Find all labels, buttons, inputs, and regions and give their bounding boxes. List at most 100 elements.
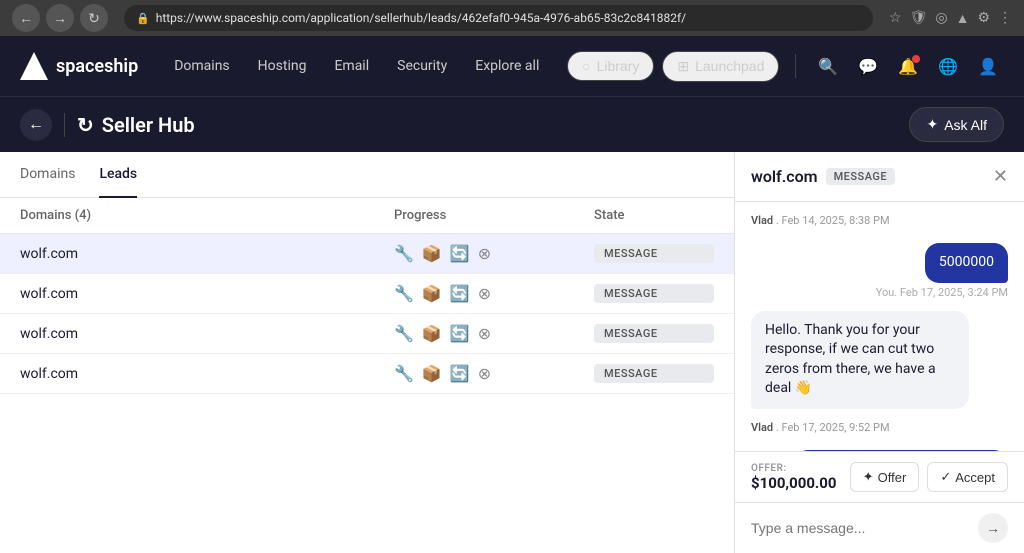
page-title: ↻ Seller Hub: [77, 113, 195, 137]
menu-icon[interactable]: ⋮: [998, 10, 1012, 26]
offer-icon: ✦: [863, 469, 874, 485]
progress-icons: 🔧 📦 🔄 ⊗: [394, 324, 594, 343]
url-text: https://www.spaceship.com/application/se…: [156, 11, 686, 25]
tool-icon: 🔧: [394, 244, 414, 263]
page-title-text: Seller Hub: [102, 113, 195, 137]
extension-icon-1[interactable]: 🛡: [910, 10, 928, 26]
progress-icons: 🔧 📦 🔄 ⊗: [394, 284, 594, 303]
accept-icon: ✓: [940, 469, 951, 485]
cancel-icon: ⊗: [478, 284, 491, 303]
box-icon: 📦: [422, 244, 442, 263]
col-progress: Progress: [394, 208, 594, 223]
search-button[interactable]: 🔍: [812, 51, 844, 82]
table-row[interactable]: wolf.com 🔧 📦 🔄 ⊗ MESSAGE: [0, 274, 734, 314]
chat-offer-bar: OFFER: $100,000.00 ✦ Offer ✓ Accept: [735, 451, 1024, 502]
box-icon: 📦: [422, 284, 442, 303]
extension-icon-2[interactable]: ◎: [935, 10, 947, 26]
message-button[interactable]: 💬: [852, 51, 884, 82]
message-author: Vlad: [751, 214, 773, 227]
back-button[interactable]: ←: [12, 4, 40, 32]
nav-hosting[interactable]: Hosting: [246, 50, 319, 82]
nav-actions: ○ Library ⊞ Launchpad 🔍 💬 🔔 🌐 👤: [567, 51, 1004, 82]
library-label: Library: [597, 58, 640, 74]
accept-btn-label: Accept: [955, 470, 995, 485]
box-icon: 📦: [422, 364, 442, 383]
notification-button[interactable]: 🔔: [892, 51, 924, 82]
sub-header: ← ↻ Seller Hub ✦ Ask Alf: [0, 96, 1024, 152]
state-badge: MESSAGE: [594, 244, 714, 263]
alf-icon: ✦: [926, 116, 938, 133]
table-row[interactable]: wolf.com 🔧 📦 🔄 ⊗ MESSAGE: [0, 354, 734, 394]
nav-explore-all[interactable]: Explore all: [463, 50, 551, 82]
seller-hub-icon: ↻: [77, 113, 94, 137]
tool-icon: 🔧: [394, 324, 414, 343]
library-circle-icon: ○: [582, 58, 590, 74]
col-domains: Domains (4): [20, 208, 394, 223]
message-meta: Vlad . Feb 17, 2025, 9:52 PM: [751, 421, 890, 434]
extension-icon-3[interactable]: ▲: [956, 10, 970, 27]
browser-controls: ← → ↻: [12, 4, 108, 32]
chat-panel: wolf.com MESSAGE ✕ Vlad . Feb 14, 2025, …: [734, 152, 1024, 553]
tab-domains[interactable]: Domains: [20, 152, 75, 198]
lock-icon: 🔒: [136, 12, 150, 25]
domain-name: wolf.com: [20, 326, 394, 342]
cancel-icon: ⊗: [478, 324, 491, 343]
chat-message-input[interactable]: [751, 520, 970, 536]
notification-dot: [912, 55, 920, 63]
nav-security[interactable]: Security: [385, 50, 459, 82]
message-author: Vlad: [751, 421, 773, 434]
message-group: Vlad . Feb 14, 2025, 8:38 PM: [751, 214, 1008, 231]
message-group-sent-1: 5000000 You. Feb 17, 2025, 3:24 PM: [751, 243, 1008, 299]
table-row[interactable]: wolf.com 🔧 📦 🔄 ⊗ MESSAGE: [0, 314, 734, 354]
offer-value: $100,000.00: [751, 474, 842, 492]
nav-domains[interactable]: Domains: [162, 50, 241, 82]
forward-button[interactable]: →: [46, 4, 74, 32]
table-container: Domains (4) Progress State wolf.com 🔧 📦 …: [0, 198, 734, 394]
tool-icon: 🔧: [394, 364, 414, 383]
url-bar[interactable]: 🔒 https://www.spaceship.com/application/…: [124, 5, 873, 31]
tab-leads[interactable]: Leads: [99, 152, 137, 198]
logo-icon: [20, 52, 48, 80]
domain-name: wolf.com: [20, 286, 394, 302]
ask-alf-label: Ask Alf: [944, 117, 987, 133]
logo[interactable]: spaceship: [20, 52, 138, 80]
progress-icons: 🔧 📦 🔄 ⊗: [394, 364, 594, 383]
accept-button[interactable]: ✓ Accept: [927, 462, 1008, 492]
offer-amount-section: OFFER: $100,000.00: [751, 463, 842, 492]
message-bubble: 5000000: [925, 243, 1008, 283]
library-button[interactable]: ○ Library: [567, 51, 654, 81]
box-icon: 📦: [422, 324, 442, 343]
profile-button[interactable]: 👤: [972, 51, 1004, 82]
tool-icon: 🔧: [394, 284, 414, 303]
cancel-icon: ⊗: [478, 364, 491, 383]
bookmark-icon[interactable]: ☆: [889, 10, 902, 26]
extension-icon-4[interactable]: ⚙: [977, 10, 990, 26]
nav-email[interactable]: Email: [322, 50, 381, 82]
table-row[interactable]: wolf.com 🔧 📦 🔄 ⊗ MESSAGE: [0, 234, 734, 274]
refresh-icon: 🔄: [450, 244, 470, 263]
refresh-button[interactable]: ↻: [80, 4, 108, 32]
refresh-icon: 🔄: [450, 364, 470, 383]
chat-messages: Vlad . Feb 14, 2025, 8:38 PM 5000000 You…: [735, 202, 1024, 451]
refresh-icon: 🔄: [450, 324, 470, 343]
message-group-received-1: Hello. Thank you for your response, if w…: [751, 311, 1008, 409]
progress-icons: 🔧 📦 🔄 ⊗: [394, 244, 594, 263]
domain-name: wolf.com: [20, 366, 394, 382]
globe-button[interactable]: 🌐: [932, 51, 964, 82]
logo-text: spaceship: [56, 56, 138, 77]
nav-links: Domains Hosting Email Security Explore a…: [162, 50, 567, 82]
message-bubble: Hello. Thank you for your response, if w…: [751, 311, 969, 409]
send-button[interactable]: →: [978, 513, 1008, 543]
launchpad-button[interactable]: ⊞ Launchpad: [662, 51, 779, 82]
offer-button[interactable]: ✦ Offer: [850, 462, 920, 492]
state-badge: MESSAGE: [594, 324, 714, 343]
refresh-icon: 🔄: [450, 284, 470, 303]
back-button[interactable]: ←: [20, 109, 52, 141]
chat-domain: wolf.com: [751, 167, 818, 186]
launchpad-grid-icon: ⊞: [677, 58, 689, 75]
message-time-value: Feb 14, 2025, 8:38 PM: [781, 214, 889, 227]
ask-alf-button[interactable]: ✦ Ask Alf: [909, 107, 1004, 142]
chat-close-button[interactable]: ✕: [993, 166, 1008, 187]
message-time: You. Feb 17, 2025, 3:24 PM: [876, 286, 1008, 299]
col-state: State: [594, 208, 714, 223]
